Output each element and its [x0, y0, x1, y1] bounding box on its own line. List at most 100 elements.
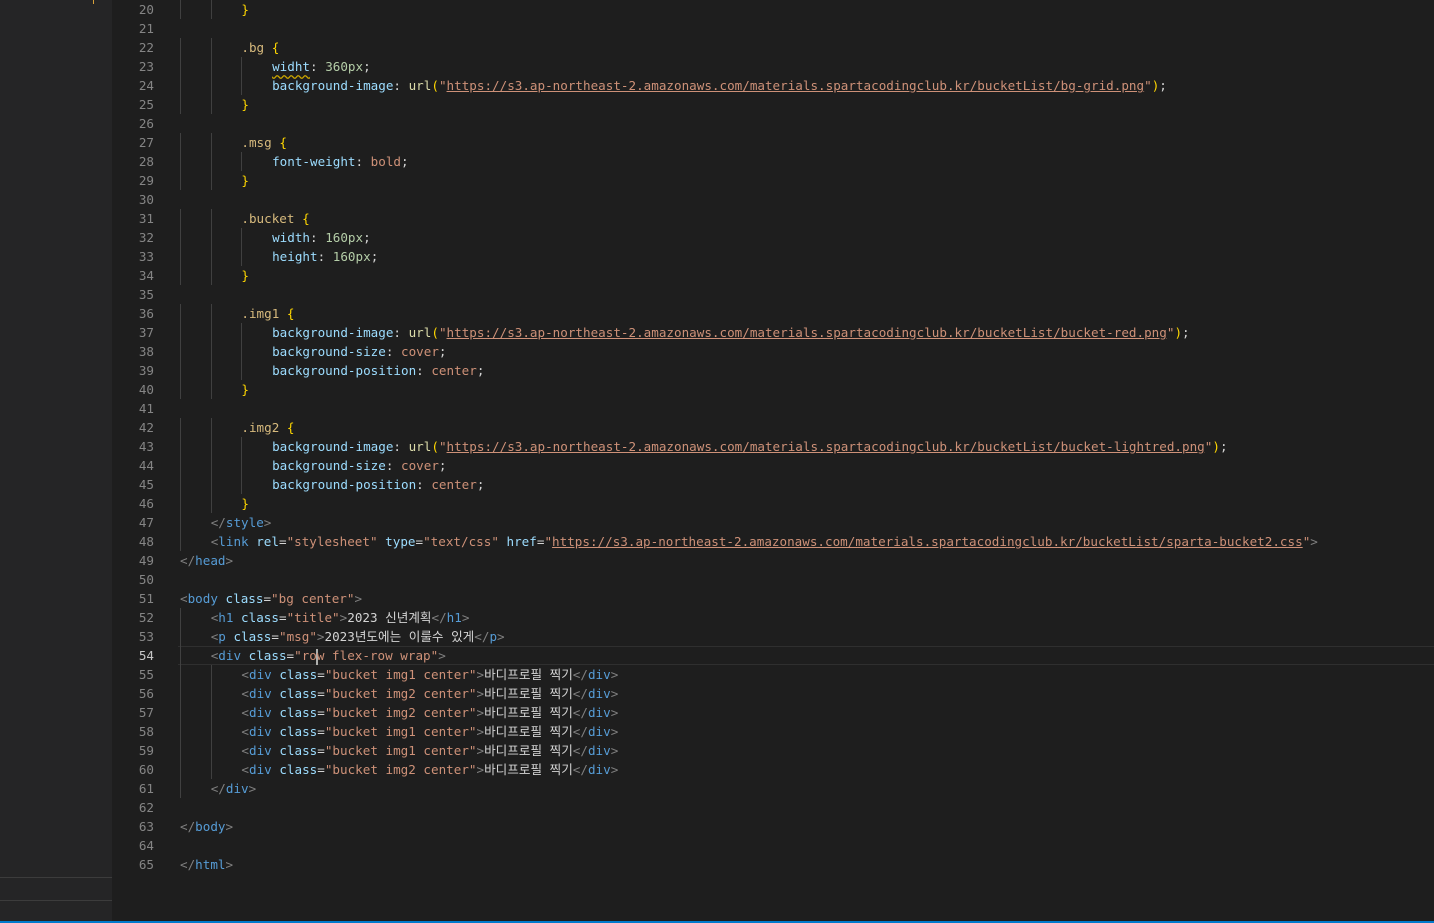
code-text[interactable]: <div class="bucket img2 center">바디프로필 찍기…: [241, 703, 618, 722]
code-text[interactable]: }: [241, 95, 249, 114]
code-text[interactable]: background-image: url("https://s3.ap-nor…: [272, 323, 1190, 342]
code-line[interactable]: 32 width: 160px;: [112, 228, 1434, 247]
code-line[interactable]: 22 .bg {: [112, 38, 1434, 57]
code-line[interactable]: 50: [112, 570, 1434, 589]
code-text[interactable]: <link rel="stylesheet" type="text/css" h…: [211, 532, 1318, 551]
code-line[interactable]: 52 <h1 class="title">2023 신년계획</h1>: [112, 608, 1434, 627]
code-text[interactable]: }: [241, 0, 249, 19]
code-line[interactable]: 54 <div class="row flex-row wrap">: [112, 646, 1434, 665]
code-line[interactable]: 57 <div class="bucket img2 center">바디프로필 …: [112, 703, 1434, 722]
code-text[interactable]: .img2 {: [241, 418, 294, 437]
code-text[interactable]: background-image: url("https://s3.ap-nor…: [272, 437, 1227, 456]
line-number: 45: [138, 477, 154, 492]
code-line[interactable]: 49 </head>: [112, 551, 1434, 570]
code-line[interactable]: 45 background-position: center;: [112, 475, 1434, 494]
code-text[interactable]: }: [241, 380, 249, 399]
code-line[interactable]: 44 background-size: cover;: [112, 456, 1434, 475]
indent-guide: [241, 323, 243, 342]
code-editor[interactable]: 20} 21 22 .bg {23 widht: 360px; 24 background-…: [112, 0, 1434, 921]
code-text[interactable]: .img1 {: [241, 304, 294, 323]
code-text[interactable]: <body class="bg center">: [180, 589, 362, 608]
code-text[interactable]: </body>: [180, 817, 233, 836]
code-line[interactable]: 35: [112, 285, 1434, 304]
indent-guide: [210, 494, 212, 513]
indent-guide: [180, 323, 181, 342]
code-text[interactable]: </head>: [180, 551, 233, 570]
code-line[interactable]: 62: [112, 798, 1434, 817]
code-line[interactable]: 34}: [112, 266, 1434, 285]
code-line[interactable]: 24 background-image: url("https://s3.ap-n…: [112, 76, 1434, 95]
code-text[interactable]: <div class="bucket img1 center">바디프로필 찍기…: [241, 722, 618, 741]
code-line[interactable]: 20}: [112, 0, 1434, 19]
code-text[interactable]: }: [241, 494, 249, 513]
code-text[interactable]: <div class="bucket img1 center">바디프로필 찍기…: [241, 741, 618, 760]
indent-guide: [180, 57, 181, 76]
code-line[interactable]: 42 .img2 {: [112, 418, 1434, 437]
code-line[interactable]: 33 height: 160px;: [112, 247, 1434, 266]
indent-guide: [180, 152, 181, 171]
explorer-sidebar[interactable]: [0, 0, 112, 921]
code-line[interactable]: 58 <div class="bucket img1 center">바디프로필 …: [112, 722, 1434, 741]
code-line[interactable]: 26: [112, 114, 1434, 133]
code-line[interactable]: 60 <div class="bucket img2 center">바디프로필 …: [112, 760, 1434, 779]
code-line[interactable]: 27 .msg {: [112, 133, 1434, 152]
code-text[interactable]: .bucket {: [241, 209, 309, 228]
code-line[interactable]: 46}: [112, 494, 1434, 513]
code-lines[interactable]: 20} 21 22 .bg {23 widht: 360px; 24 background-…: [112, 0, 1434, 874]
code-text[interactable]: widht: 360px;: [272, 57, 371, 76]
code-line[interactable]: 28 font-weight: bold;: [112, 152, 1434, 171]
code-line[interactable]: 40}: [112, 380, 1434, 399]
code-line[interactable]: 64: [112, 836, 1434, 855]
indent-guide: [210, 722, 212, 741]
code-line[interactable]: 56 <div class="bucket img2 center">바디프로필 …: [112, 684, 1434, 703]
code-text[interactable]: height: 160px;: [272, 247, 378, 266]
code-text[interactable]: background-image: url("https://s3.ap-nor…: [272, 76, 1167, 95]
code-line[interactable]: 38 background-size: cover;: [112, 342, 1434, 361]
code-text[interactable]: }: [241, 171, 249, 190]
code-text[interactable]: background-size: cover;: [272, 342, 446, 361]
code-line[interactable]: 61 </div>: [112, 779, 1434, 798]
code-line[interactable]: 43 background-image: url("https://s3.ap-n…: [112, 437, 1434, 456]
code-text[interactable]: <div class="bucket img2 center">바디프로필 찍기…: [241, 684, 618, 703]
code-line[interactable]: 31 .bucket {: [112, 209, 1434, 228]
code-text[interactable]: }: [241, 266, 249, 285]
code-text[interactable]: </style>: [211, 513, 272, 532]
code-text[interactable]: <div class="bucket img2 center">바디프로필 찍기…: [241, 760, 618, 779]
code-text[interactable]: background-size: cover;: [272, 456, 446, 475]
indent-guide: [210, 266, 212, 285]
code-line[interactable]: 55 <div class="bucket img1 center">바디프로필 …: [112, 665, 1434, 684]
code-line[interactable]: 23 widht: 360px;: [112, 57, 1434, 76]
code-line[interactable]: 41: [112, 399, 1434, 418]
code-text[interactable]: .bg {: [241, 38, 279, 57]
code-line[interactable]: 63 </body>: [112, 817, 1434, 836]
code-line[interactable]: 37 background-image: url("https://s3.ap-n…: [112, 323, 1434, 342]
code-line[interactable]: 36 .img1 {: [112, 304, 1434, 323]
code-line[interactable]: 48 <link rel="stylesheet" type="text/css"…: [112, 532, 1434, 551]
code-text[interactable]: <div class="row flex-row wrap">: [211, 646, 446, 665]
code-text[interactable]: </div>: [211, 779, 257, 798]
code-text[interactable]: <h1 class="title">2023 신년계획</h1>: [211, 608, 470, 627]
code-text[interactable]: background-position: center;: [272, 475, 484, 494]
code-line[interactable]: 21: [112, 19, 1434, 38]
code-text[interactable]: background-position: center;: [272, 361, 484, 380]
code-text[interactable]: </html>: [180, 855, 233, 874]
code-line[interactable]: 47 </style>: [112, 513, 1434, 532]
code-line[interactable]: 59 <div class="bucket img1 center">바디프로필 …: [112, 741, 1434, 760]
code-line[interactable]: 51 <body class="bg center">: [112, 589, 1434, 608]
code-text[interactable]: width: 160px;: [272, 228, 371, 247]
code-text[interactable]: .msg {: [241, 133, 287, 152]
code-line[interactable]: 39 background-position: center;: [112, 361, 1434, 380]
line-number: 46: [138, 496, 154, 511]
indent-guide: [180, 741, 181, 760]
code-text[interactable]: <p class="msg">2023년도에는 이룰수 있게</p>: [211, 627, 505, 646]
indent-guide: [210, 95, 212, 114]
code-line[interactable]: 29}: [112, 171, 1434, 190]
code-line[interactable]: 30: [112, 190, 1434, 209]
code-line[interactable]: 25}: [112, 95, 1434, 114]
code-text[interactable]: font-weight: bold;: [272, 152, 409, 171]
indent-guide: [210, 171, 212, 190]
code-text[interactable]: <div class="bucket img1 center">바디프로필 찍기…: [241, 665, 618, 684]
line-number: 48: [138, 534, 154, 549]
code-line[interactable]: 65 </html>: [112, 855, 1434, 874]
code-line[interactable]: 53 <p class="msg">2023년도에는 이룰수 있게</p>: [112, 627, 1434, 646]
